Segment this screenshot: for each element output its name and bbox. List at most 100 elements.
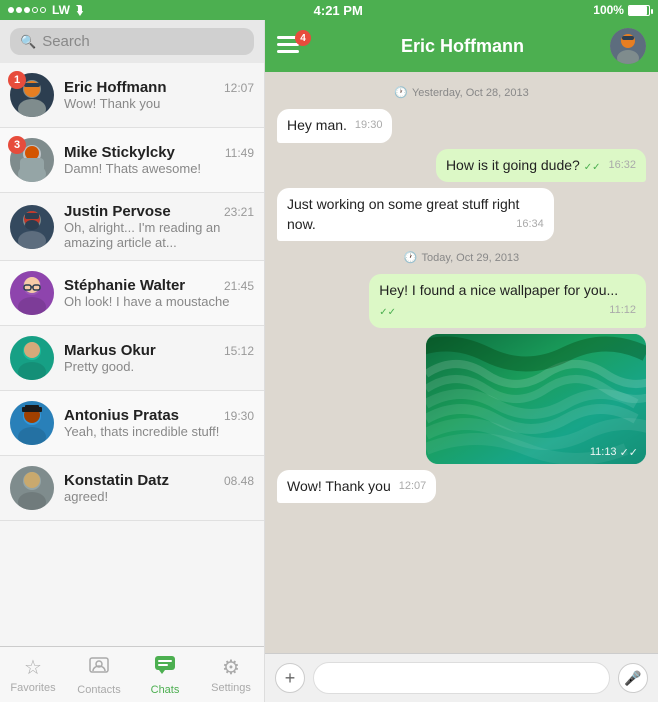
date-separator-2: 🕐 Today, Oct 29, 2013 bbox=[277, 247, 646, 268]
chat-preview-7: agreed! bbox=[64, 489, 254, 504]
dot-5 bbox=[40, 7, 46, 13]
battery-icon bbox=[628, 5, 650, 16]
chat-info-6: Antonius Pratas 19:30 Yeah, thats incred… bbox=[64, 407, 254, 439]
message-text-2: How is it going dude? bbox=[446, 157, 580, 173]
avatar-3 bbox=[10, 205, 54, 249]
dot-1 bbox=[8, 7, 14, 13]
chat-preview-6: Yeah, thats incredible stuff! bbox=[64, 424, 254, 439]
avatar-wrap-4 bbox=[10, 271, 54, 315]
menu-badge: 4 bbox=[295, 30, 311, 46]
tab-bar: ☆ Favorites Contacts bbox=[0, 646, 264, 702]
chat-time-6: 19:30 bbox=[224, 409, 254, 423]
tab-settings-label: Settings bbox=[211, 682, 251, 694]
message-text-3: Just working on some great stuff right n… bbox=[287, 196, 519, 232]
chat-list: 1 Eric Hoffmann 12:07 Wow! Thank you bbox=[0, 63, 264, 646]
chat-info-2: Mike Stickylcky 11:49 Damn! Thats awesom… bbox=[64, 144, 254, 176]
chat-name-2: Mike Stickylcky bbox=[64, 144, 175, 161]
chat-info-4: Stéphanie Walter 21:45 Oh look! I have a… bbox=[64, 277, 254, 309]
wifi-icon: ⮯ bbox=[76, 3, 83, 18]
tab-settings[interactable]: ⚙ Settings bbox=[198, 647, 264, 702]
tab-chats-label: Chats bbox=[151, 684, 180, 696]
search-label: Search bbox=[42, 33, 90, 50]
chat-name-row-3: Justin Pervose 23:21 bbox=[64, 203, 254, 220]
badge-1: 1 bbox=[8, 71, 26, 89]
image-time: 11:13 ✓✓ bbox=[590, 446, 638, 459]
chat-time-2: 11:49 bbox=[225, 146, 254, 160]
message-1: Hey man. 19:30 bbox=[277, 109, 392, 143]
date-separator-1: 🕐 Yesterday, Oct 28, 2013 bbox=[277, 82, 646, 103]
contacts-icon bbox=[88, 654, 110, 682]
message-input[interactable] bbox=[313, 662, 610, 694]
date-text-1: Yesterday, Oct 28, 2013 bbox=[412, 87, 529, 99]
tab-contacts[interactable]: Contacts bbox=[66, 647, 132, 702]
chat-preview-5: Pretty good. bbox=[64, 359, 254, 374]
chat-item-6[interactable]: Antonius Pratas 19:30 Yeah, thats incred… bbox=[0, 391, 264, 456]
avatar-4 bbox=[10, 271, 54, 315]
date-text-2: Today, Oct 29, 2013 bbox=[422, 252, 520, 264]
chat-item-5[interactable]: Markus Okur 15:12 Pretty good. bbox=[0, 326, 264, 391]
chat-name-row-6: Antonius Pratas 19:30 bbox=[64, 407, 254, 424]
tab-chats[interactable]: Chats bbox=[132, 647, 198, 702]
chat-input-bar: + 🎤 bbox=[265, 653, 658, 702]
avatar-6 bbox=[10, 401, 54, 445]
tab-contacts-label: Contacts bbox=[77, 684, 120, 696]
battery-fill bbox=[629, 6, 647, 15]
favorites-icon: ☆ bbox=[24, 655, 42, 680]
message-text-6: Wow! Thank you bbox=[287, 478, 391, 494]
search-icon: 🔍 bbox=[20, 34, 36, 50]
chat-item-1[interactable]: 1 Eric Hoffmann 12:07 Wow! Thank you bbox=[0, 63, 264, 128]
bubble-6: Wow! Thank you 12:07 bbox=[277, 470, 436, 504]
bubble-3: Just working on some great stuff right n… bbox=[277, 188, 554, 241]
chat-item-7[interactable]: Konstatin Datz 08.48 agreed! bbox=[0, 456, 264, 521]
add-attachment-button[interactable]: + bbox=[275, 663, 305, 693]
avatar-wrap-5 bbox=[10, 336, 54, 380]
avatar-wrap-7 bbox=[10, 466, 54, 510]
search-bar: 🔍 Search bbox=[0, 20, 264, 63]
search-input-wrap[interactable]: 🔍 Search bbox=[10, 28, 254, 55]
bubble-4: Hey! I found a nice wallpaper for you...… bbox=[369, 274, 646, 327]
chat-item-2[interactable]: 3 Mike Stickylcky 11:49 Damn! Thats awes… bbox=[0, 128, 264, 193]
mic-button[interactable]: 🎤 bbox=[618, 663, 648, 693]
chat-info-5: Markus Okur 15:12 Pretty good. bbox=[64, 342, 254, 374]
dot-4 bbox=[32, 7, 38, 13]
dot-2 bbox=[16, 7, 22, 13]
image-bubble: 11:13 ✓✓ bbox=[426, 334, 646, 464]
msg-ticks-2: ✓✓ bbox=[584, 162, 601, 173]
chat-time-3: 23:21 bbox=[224, 205, 254, 219]
chat-name-6: Antonius Pratas bbox=[64, 407, 179, 424]
messages-area: 🕐 Yesterday, Oct 28, 2013 Hey man. 19:30… bbox=[265, 72, 658, 653]
chat-name-4: Stéphanie Walter bbox=[64, 277, 185, 294]
chat-name-5: Markus Okur bbox=[64, 342, 156, 359]
signal-strength bbox=[8, 7, 46, 13]
msg-time-6: 12:07 bbox=[399, 479, 427, 494]
chat-item-3[interactable]: Justin Pervose 23:21 Oh, alright... I'm … bbox=[0, 193, 264, 261]
tab-favorites[interactable]: ☆ Favorites bbox=[0, 647, 66, 702]
chat-name-1: Eric Hoffmann bbox=[64, 79, 167, 96]
msg-time-3: 16:34 bbox=[516, 217, 544, 232]
chat-time-1: 12:07 bbox=[224, 81, 254, 95]
chat-name-7: Konstatin Datz bbox=[64, 472, 169, 489]
avatar-wrap-3 bbox=[10, 205, 54, 249]
chat-time-7: 08.48 bbox=[224, 474, 254, 488]
carrier-label: LW bbox=[52, 3, 70, 17]
header-avatar bbox=[610, 28, 646, 64]
chat-preview-2: Damn! Thats awesome! bbox=[64, 161, 254, 176]
msg-time-4: 11:12 bbox=[609, 303, 636, 318]
message-5-image: 11:13 ✓✓ bbox=[426, 334, 646, 464]
chat-item-4[interactable]: Stéphanie Walter 21:45 Oh look! I have a… bbox=[0, 261, 264, 326]
chat-time-5: 15:12 bbox=[224, 344, 254, 358]
bubble-1: Hey man. 19:30 bbox=[277, 109, 392, 143]
right-panel: 4 Eric Hoffmann 🕐 Yesterday, Oct 28, 201… bbox=[265, 20, 658, 702]
clock-icon-2: 🕐 bbox=[404, 251, 418, 264]
message-4: Hey! I found a nice wallpaper for you...… bbox=[369, 274, 646, 327]
chat-name-row-4: Stéphanie Walter 21:45 bbox=[64, 277, 254, 294]
chat-preview-1: Wow! Thank you bbox=[64, 96, 254, 111]
chat-info-7: Konstatin Datz 08.48 agreed! bbox=[64, 472, 254, 504]
status-right: 100% bbox=[593, 3, 650, 17]
tab-favorites-label: Favorites bbox=[10, 682, 55, 694]
image-time-text: 11:13 bbox=[590, 446, 617, 458]
status-time: 4:21 PM bbox=[314, 3, 363, 18]
message-text-1: Hey man. bbox=[287, 117, 347, 133]
chat-name-row-1: Eric Hoffmann 12:07 bbox=[64, 79, 254, 96]
avatar-5 bbox=[10, 336, 54, 380]
